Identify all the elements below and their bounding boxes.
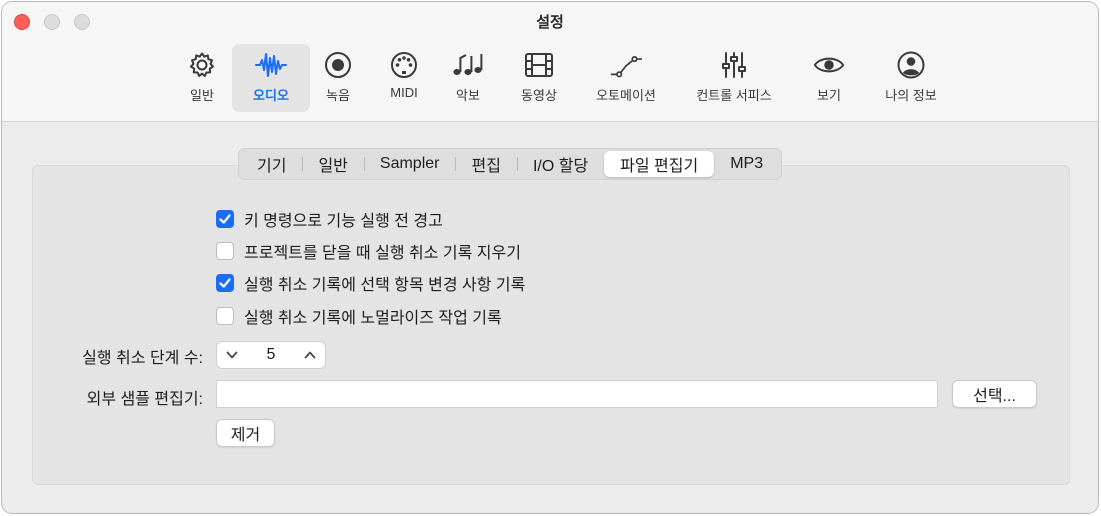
option-record-selection-changes[interactable]: 실행 취소 기록에 선택 항목 변경 사항 기록 xyxy=(216,271,525,295)
toolbar-item-recording[interactable]: 녹음 xyxy=(312,44,364,112)
gear-icon xyxy=(185,48,219,82)
toolbar-item-control-surfaces[interactable]: 컨트롤 서피스 xyxy=(682,44,786,112)
title-bar: 설정 일반 오디오 녹음 MIDI 악보 동영상 오토메이션 컨트롤 서피스 보… xyxy=(2,2,1098,122)
undo-steps-label: 실행 취소 단계 수: xyxy=(82,350,203,367)
toolbar-label-control-surfaces: 컨트롤 서피스 xyxy=(696,88,772,103)
checkmark-icon xyxy=(219,214,231,224)
automation-curve-icon xyxy=(609,48,643,82)
checkbox-unchecked[interactable] xyxy=(216,307,234,325)
checkbox-unchecked[interactable] xyxy=(216,242,234,260)
tab-file-editor[interactable]: 파일 편집기 xyxy=(604,151,715,177)
toolbar-item-general[interactable]: 일반 xyxy=(172,44,232,112)
eye-icon xyxy=(812,48,846,82)
tab-sampler[interactable]: Sampler xyxy=(363,151,456,177)
toolbar-label-movie: 동영상 xyxy=(521,88,557,103)
undo-steps-value: 5 xyxy=(266,346,276,363)
toolbar-item-my-info[interactable]: 나의 정보 xyxy=(868,44,954,112)
midi-port-icon xyxy=(387,48,421,82)
option-clear-undo-on-close[interactable]: 프로젝트를 닫을 때 실행 취소 기록 지우기 xyxy=(216,239,521,263)
tab-mp3[interactable]: MP3 xyxy=(714,151,779,177)
checkbox-checked[interactable] xyxy=(216,274,234,292)
toolbar-label-automation: 오토메이션 xyxy=(596,88,656,103)
toolbar-label-score: 악보 xyxy=(456,88,480,103)
choose-editor-button[interactable]: 선택... xyxy=(952,380,1037,408)
tab-editing[interactable]: 편집 xyxy=(455,151,516,177)
film-icon xyxy=(522,48,556,82)
person-icon xyxy=(894,48,928,82)
toolbar-label-my-info: 나의 정보 xyxy=(885,88,937,103)
record-icon xyxy=(321,48,355,82)
content-panel xyxy=(32,165,1070,485)
subtab-bar: 기기 일반 Sampler 편집 I/O 할당 파일 편집기 MP3 xyxy=(238,148,783,180)
external-editor-label: 외부 샘플 편집기: xyxy=(86,391,203,408)
checkmark-icon xyxy=(219,278,231,288)
remove-editor-button[interactable]: 제거 xyxy=(216,419,275,447)
toolbar-label-general: 일반 xyxy=(190,88,214,103)
tab-general[interactable]: 일반 xyxy=(302,151,363,177)
waveform-icon xyxy=(254,48,288,82)
window-title: 설정 xyxy=(536,14,564,31)
settings-window: 설정 일반 오디오 녹음 MIDI 악보 동영상 오토메이션 컨트롤 서피스 보… xyxy=(1,1,1099,514)
option-label: 키 명령으로 기능 실행 전 경고 xyxy=(244,213,443,230)
toolbar-item-view[interactable]: 보기 xyxy=(800,44,858,112)
toolbar-item-movie[interactable]: 동영상 xyxy=(507,44,571,112)
undo-steps-stepper[interactable]: 5 xyxy=(216,341,326,369)
music-notes-icon xyxy=(451,48,485,82)
checkbox-checked[interactable] xyxy=(216,210,234,228)
toolbar-item-score[interactable]: 악보 xyxy=(442,44,494,112)
option-record-normalize[interactable]: 실행 취소 기록에 노멀라이즈 작업 기록 xyxy=(216,304,502,328)
toolbar-item-midi[interactable]: MIDI xyxy=(376,44,432,112)
toolbar-item-audio[interactable]: 오디오 xyxy=(232,44,310,112)
option-warn-before-key-command[interactable]: 키 명령으로 기능 실행 전 경고 xyxy=(216,207,443,231)
option-label: 실행 취소 기록에 선택 항목 변경 사항 기록 xyxy=(244,277,526,294)
toolbar-label-midi: MIDI xyxy=(390,85,418,100)
tab-io-assignments[interactable]: I/O 할당 xyxy=(516,151,604,177)
chevron-down-icon[interactable] xyxy=(224,347,240,363)
chevron-up-icon[interactable] xyxy=(302,347,318,363)
toolbar-label-view: 보기 xyxy=(817,88,841,103)
toolbar-label-audio: 오디오 xyxy=(253,88,289,103)
tab-devices[interactable]: 기기 xyxy=(241,151,302,177)
external-editor-path-field[interactable] xyxy=(216,380,938,408)
sliders-icon xyxy=(717,48,751,82)
option-label: 프로젝트를 닫을 때 실행 취소 기록 지우기 xyxy=(244,245,521,262)
toolbar-label-recording: 녹음 xyxy=(326,88,350,103)
option-label: 실행 취소 기록에 노멀라이즈 작업 기록 xyxy=(244,310,502,327)
toolbar-item-automation[interactable]: 오토메이션 xyxy=(584,44,668,112)
